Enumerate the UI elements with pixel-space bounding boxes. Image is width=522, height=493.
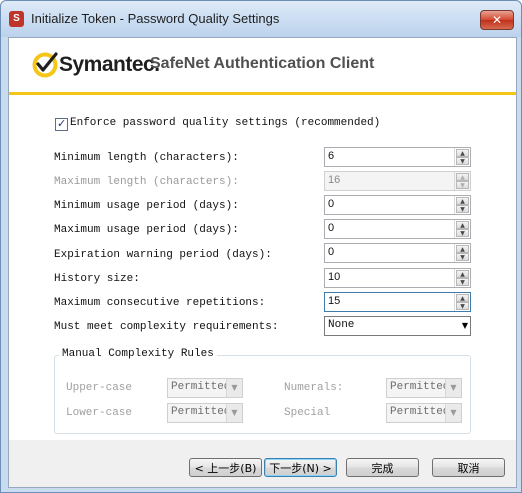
history-size-input[interactable]: 10 ▲ ▼: [324, 268, 471, 288]
spin-up-icon[interactable]: ▲: [456, 221, 469, 229]
checkmark-icon: ✓: [57, 117, 67, 130]
complexity-selected-value: None: [328, 319, 355, 331]
max-usage-input[interactable]: 0 ▲ ▼: [324, 219, 471, 239]
back-button[interactable]: < 上一步(B): [189, 458, 262, 477]
min-usage-spinner[interactable]: ▲ ▼: [454, 196, 470, 214]
brand-name: Symantec.: [59, 53, 160, 76]
spin-down-icon[interactable]: ▼: [456, 302, 469, 310]
history-size-label: History size:: [54, 273, 140, 285]
upper-case-label: Upper-case: [66, 382, 133, 394]
max-length-input: 16 ▲ ▼: [324, 171, 471, 191]
special-dropdown: Permitted ▼: [386, 403, 462, 423]
chevron-down-icon: ▼: [445, 404, 461, 422]
chevron-down-icon: ▼: [226, 379, 242, 397]
spin-up-icon[interactable]: ▲: [456, 270, 469, 278]
max-usage-spinner[interactable]: ▲ ▼: [454, 220, 470, 238]
special-label: Special: [284, 407, 331, 419]
numerals-value: Permitted: [390, 381, 450, 393]
special-value: Permitted: [390, 406, 450, 418]
settings-panel: ✓ Enforce password quality settings (rec…: [9, 95, 516, 440]
complexity-label: Must meet complexity requirements:: [54, 321, 279, 333]
enforce-checkbox[interactable]: ✓: [55, 117, 68, 131]
close-button[interactable]: ✕: [480, 10, 514, 30]
next-button[interactable]: 下一步(N) >: [264, 458, 337, 477]
min-usage-input[interactable]: 0 ▲ ▼: [324, 195, 471, 215]
min-length-value: 6: [328, 150, 335, 162]
history-size-value: 10: [328, 271, 341, 283]
expiration-warning-input[interactable]: 0 ▲ ▼: [324, 243, 471, 263]
max-repetitions-spinner[interactable]: ▲ ▼: [454, 293, 470, 311]
spin-down-icon[interactable]: ▼: [456, 157, 469, 165]
spin-up-icon[interactable]: ▲: [456, 294, 469, 302]
product-name: SafeNet Authentication Client: [150, 55, 375, 72]
spin-up-icon[interactable]: ▲: [456, 245, 469, 253]
max-usage-label: Maximum usage period (days):: [54, 224, 239, 236]
safenet-app-icon: S: [9, 11, 24, 27]
chevron-down-icon: ▼: [226, 404, 242, 422]
max-length-spinner: ▲ ▼: [454, 172, 470, 190]
finish-button[interactable]: 完成: [346, 458, 419, 477]
min-length-input[interactable]: 6 ▲ ▼: [324, 147, 471, 167]
symantec-checkmark-logo-icon: [32, 52, 58, 78]
dialog-window: S Initialize Token - Password Quality Se…: [0, 0, 522, 493]
lower-case-label: Lower-case: [66, 407, 133, 419]
spin-up-icon[interactable]: ▲: [456, 197, 469, 205]
upper-case-dropdown: Permitted ▼: [167, 378, 243, 398]
min-usage-value: 0: [328, 198, 335, 210]
max-repetitions-label: Maximum consecutive repetitions:: [54, 297, 266, 309]
spin-up-icon[interactable]: ▲: [456, 149, 469, 157]
expiration-warning-label: Expiration warning period (days):: [54, 249, 272, 261]
complexity-dropdown[interactable]: None ▼: [324, 316, 471, 336]
dialog-client-area: Symantec. SafeNet Authentication Client …: [8, 37, 517, 488]
history-size-spinner[interactable]: ▲ ▼: [454, 269, 470, 287]
min-length-spinner[interactable]: ▲ ▼: [454, 148, 470, 166]
upper-case-value: Permitted: [171, 381, 231, 393]
spin-down-icon[interactable]: ▼: [456, 229, 469, 237]
spin-down-icon: ▼: [456, 181, 469, 189]
expiration-warning-spinner[interactable]: ▲ ▼: [454, 244, 470, 262]
spin-down-icon[interactable]: ▼: [456, 278, 469, 286]
max-repetitions-value: 15: [328, 295, 341, 307]
numerals-dropdown: Permitted ▼: [386, 378, 462, 398]
spin-down-icon[interactable]: ▼: [456, 253, 469, 261]
lower-case-dropdown: Permitted ▼: [167, 403, 243, 423]
window-title: Initialize Token - Password Quality Sett…: [31, 11, 280, 26]
min-length-label: Minimum length (characters):: [54, 152, 239, 164]
chevron-down-icon: ▼: [445, 379, 461, 397]
numerals-label: Numerals:: [284, 382, 344, 394]
cancel-button[interactable]: 取消: [432, 458, 505, 477]
max-usage-value: 0: [328, 222, 335, 234]
enforce-checkbox-label: Enforce password quality settings (recom…: [70, 117, 381, 129]
max-repetitions-input[interactable]: 15 ▲ ▼: [324, 292, 471, 312]
header-banner: Symantec. SafeNet Authentication Client: [9, 38, 516, 92]
spin-down-icon[interactable]: ▼: [456, 205, 469, 213]
chevron-down-icon[interactable]: ▼: [462, 321, 468, 330]
max-length-label: Maximum length (characters):: [54, 176, 239, 188]
lower-case-value: Permitted: [171, 406, 231, 418]
expiration-warning-value: 0: [328, 246, 335, 258]
spin-up-icon: ▲: [456, 173, 469, 181]
manual-complexity-title: Manual Complexity Rules: [59, 348, 217, 360]
max-length-value: 16: [328, 174, 341, 186]
title-bar[interactable]: S Initialize Token - Password Quality Se…: [1, 1, 521, 37]
min-usage-label: Minimum usage period (days):: [54, 200, 239, 212]
